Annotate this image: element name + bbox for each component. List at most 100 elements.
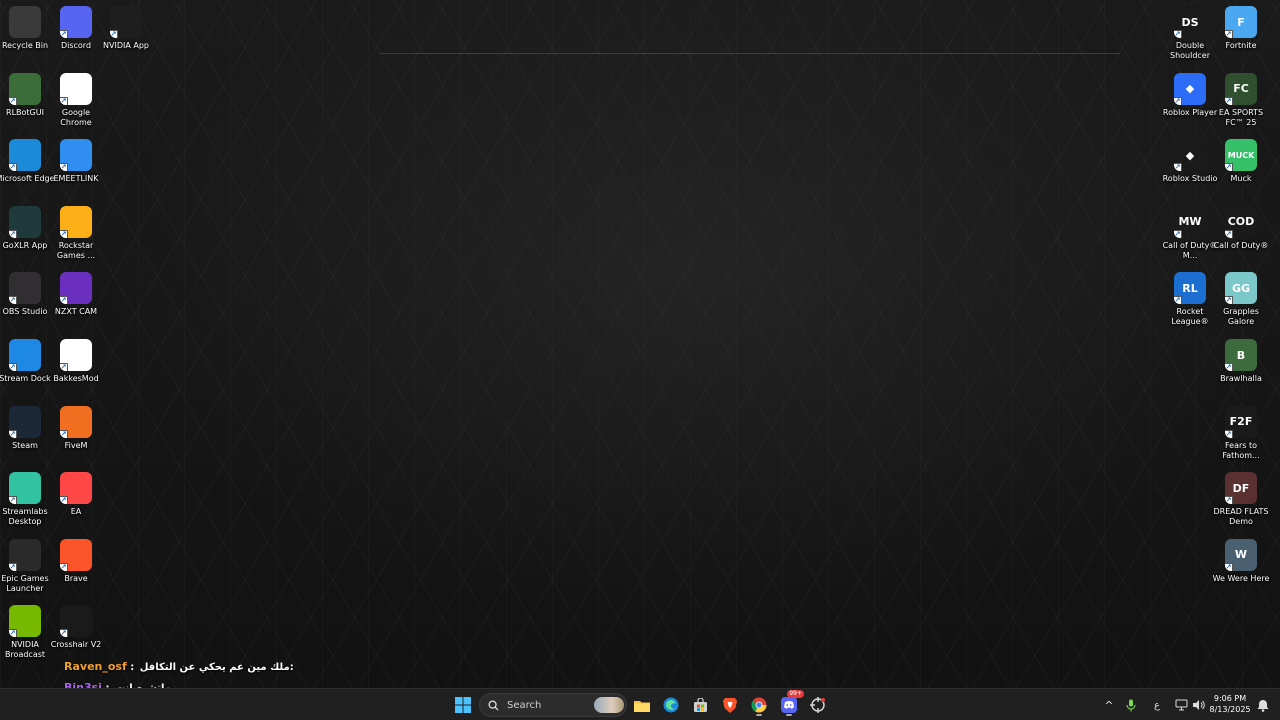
taskbar: Search 99+ ^ ع 9:06 PM 8/13/2025 [0, 688, 1280, 720]
icon-glyph: ◆ [1185, 148, 1195, 162]
icon-glyph: DS [1181, 15, 1199, 29]
microphone-button[interactable] [1122, 693, 1140, 717]
desktop-icon[interactable]: F ↗ Fortnite [1211, 6, 1271, 68]
desktop-icon-label: NZXT CAM [54, 307, 98, 317]
desktop-icon[interactable]: ↗ Brave [46, 538, 106, 601]
desktop-icon[interactable]: FC ↗ EA SPORTS FC™ 25 [1211, 72, 1271, 135]
shortcut-arrow-icon: ↗ [1174, 163, 1182, 172]
desktop-icon-label: EA [70, 507, 82, 517]
desktop-icon-label: Grapples Galore [1223, 307, 1259, 327]
desktop-icon-label: Crosshair V2 [50, 640, 102, 650]
active-indicator [756, 714, 762, 716]
fivem-icon: ↗ [60, 405, 92, 438]
shortcut-arrow-icon: ↗ [1225, 96, 1233, 105]
grapples-galore-icon: GG ↗ [1225, 272, 1257, 305]
search-icon [488, 699, 499, 711]
file-explorer-button[interactable] [629, 693, 655, 717]
chat-message: Raven_osf : ملك مين عم يحكي عن التكافل: [64, 660, 294, 681]
shortcut-arrow-icon: ↗ [1174, 229, 1182, 238]
desktop-icon[interactable]: GG ↗ Grapples Galore [1211, 272, 1271, 334]
shortcut-arrow-icon: ↗ [60, 363, 68, 371]
microsoft-store-button[interactable] [687, 693, 713, 717]
shortcut-arrow-icon: ↗ [60, 562, 68, 571]
nvidia-broadcast-icon: ↗ [9, 605, 41, 638]
fears-to-fathom-icon: F2F ↗ [1225, 405, 1257, 438]
double-shouldcer-icon: DS ↗ [1174, 6, 1206, 38]
volume-button[interactable] [1189, 693, 1207, 717]
desktop-icon[interactable]: ↗ NVIDIA App [96, 6, 156, 68]
start-button[interactable] [450, 693, 476, 717]
desktop-icon[interactable]: ↗ NZXT CAM [46, 272, 106, 334]
taskbar-clock[interactable]: 9:06 PM 8/13/2025 [1206, 693, 1254, 715]
desktop-icon-label: Call of Duty® [1213, 240, 1269, 250]
desktop-icon[interactable]: ↗ FiveM [46, 405, 106, 468]
desktop-icon-label: NVIDIA App [103, 41, 149, 50]
desktop-icon-label: FiveM [64, 440, 88, 450]
taskbar-search-box[interactable]: Search [479, 693, 627, 717]
brave-taskbar-button[interactable] [717, 693, 743, 717]
desktop-icon-label: EMEETLINK [53, 174, 99, 184]
desktop-icon-label: Brave [64, 573, 88, 583]
notification-badge: 99+ [787, 690, 804, 698]
desktop-icon[interactable]: MUCK ↗ Muck [1211, 139, 1271, 201]
clock-date: 8/13/2025 [1209, 705, 1251, 714]
bakkesmod-icon: ↗ [60, 339, 92, 371]
icon-glyph: F2F [1229, 415, 1253, 429]
shortcut-arrow-icon: ↗ [1225, 30, 1233, 38]
shortcut-arrow-icon: ↗ [1174, 96, 1182, 105]
desktop-icon[interactable]: W ↗ We Were Here [1211, 538, 1271, 601]
rlbot-icon: ↗ [9, 72, 41, 105]
ea-fc-icon: FC ↗ [1225, 72, 1257, 105]
shortcut-arrow-icon: ↗ [9, 163, 17, 172]
shortcut-arrow-icon: ↗ [9, 562, 17, 571]
chat-separator: : [126, 662, 138, 673]
shortcut-arrow-icon: ↗ [60, 629, 68, 638]
call-of-duty-icon: COD ↗ [1225, 205, 1257, 238]
chrome-icon: ↗ [60, 72, 92, 105]
desktop-icon-label: We Were Here [1212, 573, 1270, 583]
shortcut-arrow-icon: ↗ [110, 30, 118, 38]
desktop-icon[interactable]: ↗ BakkesMod [46, 339, 106, 401]
chat-text: ملك مين عم يحكي عن التكافل: [139, 662, 294, 673]
network-icon [1175, 699, 1187, 711]
chrome-taskbar-button[interactable] [746, 693, 772, 717]
desktop-icon[interactable]: ↗ Crosshair V2 [46, 605, 106, 667]
icon-glyph: MUCK [1227, 150, 1255, 160]
language-indicator[interactable]: ع [1148, 693, 1166, 717]
edge-icon: ↗ [9, 139, 41, 172]
desktop-icon[interactable]: ↗ Rockstar Games ... [46, 205, 106, 268]
clock-time: 9:06 PM [1213, 694, 1247, 703]
ea-icon: ↗ [60, 472, 92, 505]
icon-glyph: DF [1232, 481, 1250, 495]
goxlr-icon: ↗ [9, 205, 41, 238]
edge-taskbar-button[interactable] [658, 693, 684, 717]
desktop-icon[interactable]: ↗ EA [46, 472, 106, 534]
emeetlink-icon: ↗ [60, 139, 92, 172]
network-button[interactable] [1172, 693, 1190, 717]
desktop-icon[interactable]: B ↗ Brawlhalla [1211, 339, 1271, 401]
crosshair-taskbar-button[interactable] [805, 693, 831, 717]
desktop-icon[interactable]: ↗ Google Chrome [46, 72, 106, 135]
notifications-button[interactable] [1254, 693, 1272, 717]
shortcut-arrow-icon: ↗ [1225, 229, 1233, 238]
shortcut-arrow-icon: ↗ [1225, 496, 1233, 505]
fortnite-icon: F ↗ [1225, 6, 1257, 38]
desktop-icon[interactable]: F2F ↗ Fears to Fathom... [1211, 405, 1271, 468]
chrome-icon [751, 697, 767, 713]
desktop-icon-label: Rockstar Games ... [56, 240, 96, 260]
chat-username: Raven_osf [64, 660, 127, 673]
discord-taskbar-button[interactable]: 99+ [776, 690, 804, 717]
show-hidden-icons-button[interactable]: ^ [1100, 693, 1118, 717]
nvidia-icon: ↗ [110, 6, 142, 38]
desktop-icon[interactable]: ↗ EMEETLINK [46, 139, 106, 201]
crosshair-icon [810, 697, 825, 713]
desktop-icon-label: EA SPORTS FC™ 25 [1218, 107, 1264, 127]
icon-glyph: MW [1178, 215, 1202, 229]
icon-glyph: F [1237, 15, 1245, 29]
shortcut-arrow-icon: ↗ [9, 296, 17, 305]
desktop-icon[interactable]: COD ↗ Call of Duty® [1211, 205, 1271, 268]
obs-icon: ↗ [9, 272, 41, 305]
microphone-icon [1126, 699, 1136, 711]
active-indicator [786, 714, 792, 716]
desktop-icon[interactable]: DF ↗ DREAD FLATS Demo [1211, 472, 1271, 534]
